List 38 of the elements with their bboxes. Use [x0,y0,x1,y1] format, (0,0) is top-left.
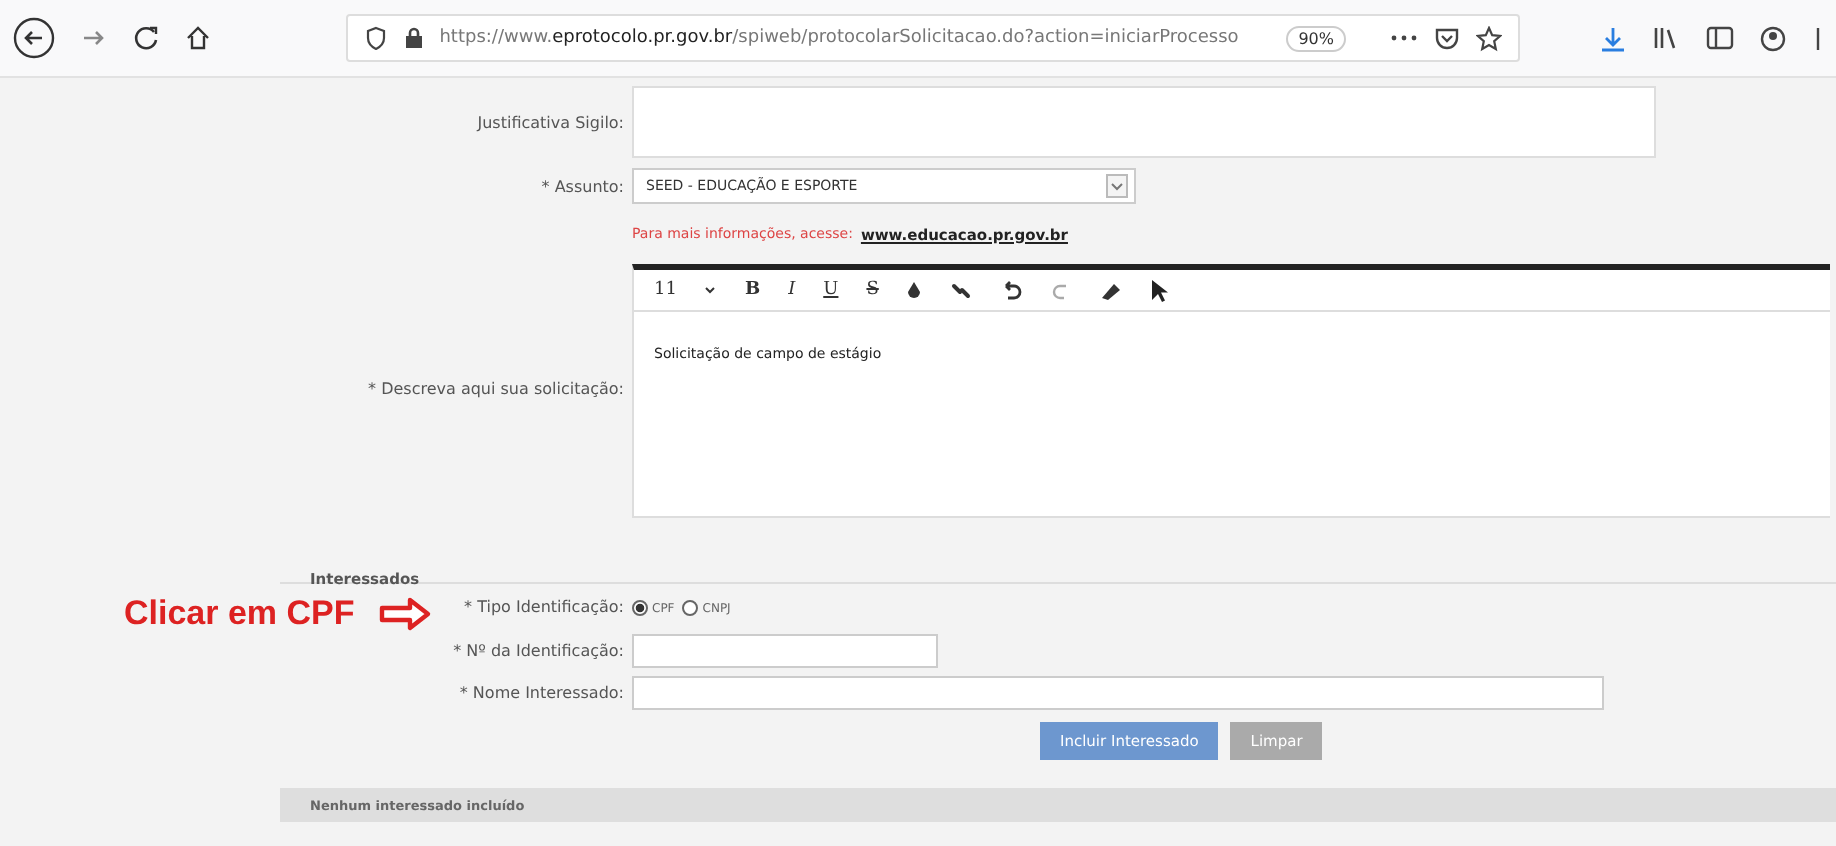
lock-icon [403,26,424,50]
back-icon[interactable] [12,16,56,60]
cursor-icon[interactable] [1150,278,1169,302]
field-label: * Nome Interessado: [459,684,624,702]
reload-icon[interactable] [132,24,160,52]
field-label: * Assunto: [541,177,624,195]
dropdown-caret-icon[interactable] [1106,174,1128,198]
bold-button[interactable]: B [744,280,761,300]
zoom-level[interactable]: 90% [1286,25,1346,51]
field-label: * Tipo Identificação: [464,596,624,620]
more-icon[interactable] [1390,32,1418,44]
font-size-selector[interactable]: 11 [654,280,677,300]
text-input[interactable] [632,676,1604,710]
sidebar-icon[interactable] [1706,26,1734,50]
field-label: * Descreva aqui sua solicitação: [368,380,624,398]
pocket-icon[interactable] [1434,25,1460,51]
account-icon[interactable] [1760,25,1786,51]
undo-icon[interactable] [1000,279,1023,301]
radio-button[interactable] [632,600,648,616]
text-input[interactable] [632,634,938,668]
library-icon[interactable] [1652,26,1680,50]
caret-icon[interactable] [704,284,717,296]
italic-button[interactable]: I [788,280,796,300]
field-label: * Nº da Identificação: [453,642,624,660]
eraser-icon[interactable] [1100,279,1123,301]
underline-button[interactable]: U [823,280,839,300]
field-label: Justificativa Sigilo: [477,113,624,131]
home-icon[interactable] [184,24,212,52]
strikethrough-button[interactable]: S [866,280,879,300]
shield-icon [363,26,388,50]
arrow-icon [378,596,435,632]
address-bar[interactable]: https://www.eprotocolo.pr.gov.br/spiweb/protocolarSolicitacao.do?action=iniciarProcesso 90% [345,14,1520,62]
url-text: https://www.eprotocolo.pr.gov.br/spiweb/protocolarSolicitacao.do?action=iniciarProcesso [439,28,1241,48]
radio-button[interactable] [682,600,699,616]
star-icon[interactable] [1476,25,1502,51]
download-icon[interactable] [1600,25,1626,51]
annotation-text: Clicar em CPF [124,594,355,634]
ink-drop-icon[interactable] [906,280,923,300]
